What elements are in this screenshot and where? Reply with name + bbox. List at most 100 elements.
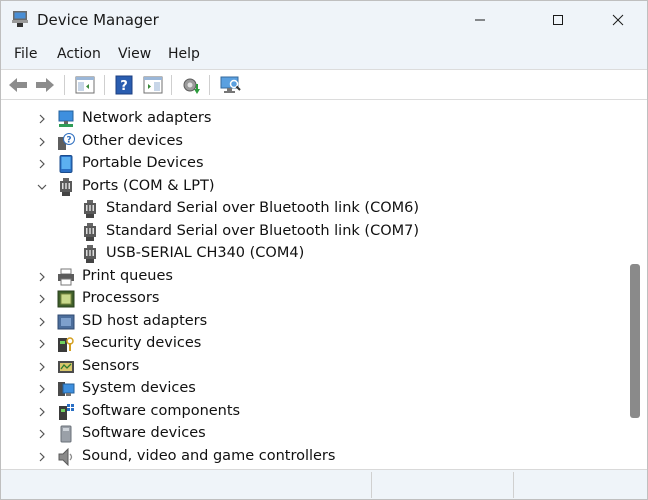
device-manager-icon xyxy=(12,11,28,27)
menu-help[interactable]: Help xyxy=(168,46,200,62)
tree-item-label: Ports (COM & LPT) xyxy=(82,178,215,194)
tree-item-other-devices[interactable]: ? Other devices xyxy=(1,131,621,153)
toolbar: ? xyxy=(1,69,647,100)
forward-button[interactable] xyxy=(34,74,56,96)
sensor-icon xyxy=(58,361,74,373)
tree-item-label: Other devices xyxy=(82,133,183,149)
status-separator xyxy=(371,472,372,498)
toolbar-separator xyxy=(171,75,172,95)
maximize-icon xyxy=(553,15,563,25)
back-button[interactable] xyxy=(7,74,29,96)
tree-item-software-devices[interactable]: Software devices xyxy=(1,423,621,445)
tree-item-label: Standard Serial over Bluetooth link (COM… xyxy=(106,223,419,239)
tree-item-ports[interactable]: Ports (COM & LPT) xyxy=(1,176,621,198)
tree-item-label: Software devices xyxy=(82,425,206,441)
port-icon xyxy=(84,200,96,218)
sd-host-icon xyxy=(57,314,75,330)
other-devices-icon: ? xyxy=(58,133,75,150)
chevron-down-icon[interactable] xyxy=(35,180,49,194)
tree-item-security-devices[interactable]: Security devices xyxy=(1,333,621,355)
update-driver-button[interactable] xyxy=(180,74,202,96)
portable-device-icon xyxy=(59,155,73,173)
port-icon xyxy=(60,178,72,196)
tree-item-print-queues[interactable]: Print queues xyxy=(1,266,621,288)
help-button[interactable]: ? xyxy=(113,74,135,96)
chevron-right-icon[interactable] xyxy=(35,157,49,171)
network-adapter-icon xyxy=(58,110,74,127)
svg-text:?: ? xyxy=(120,79,128,94)
minimize-icon xyxy=(475,19,485,21)
chevron-right-icon[interactable] xyxy=(35,450,49,464)
software-component-icon xyxy=(59,404,74,420)
chevron-right-icon[interactable] xyxy=(35,315,49,329)
scan-hardware-changes-button[interactable] xyxy=(219,74,241,96)
help-icon: ? xyxy=(115,75,133,95)
chevron-right-icon[interactable] xyxy=(35,337,49,351)
tree-item-com6[interactable]: Standard Serial over Bluetooth link (COM… xyxy=(1,198,621,220)
tree-item-com7[interactable]: Standard Serial over Bluetooth link (COM… xyxy=(1,221,621,243)
tree-item-portable-devices[interactable]: Portable Devices xyxy=(1,153,621,175)
tree-item-sd-host-adapters[interactable]: SD host adapters xyxy=(1,311,621,333)
close-icon xyxy=(612,14,624,26)
port-icon xyxy=(84,245,96,263)
status-bar xyxy=(1,469,647,499)
forward-arrow-icon xyxy=(36,78,54,92)
tree-item-label: Processors xyxy=(82,290,160,306)
minimize-button[interactable] xyxy=(457,1,503,39)
menu-view[interactable]: View xyxy=(118,46,151,62)
tree-item-sound-video-game[interactable]: Sound, video and game controllers xyxy=(1,446,621,468)
tree-item-com4[interactable]: USB-SERIAL CH340 (COM4) xyxy=(1,243,621,265)
chevron-right-icon[interactable] xyxy=(35,427,49,441)
menu-bar: File Action View Help xyxy=(1,39,647,69)
sound-icon xyxy=(58,448,73,466)
device-tree[interactable]: Network adapters ? Other devices Portabl… xyxy=(1,101,627,469)
scrollbar-thumb[interactable] xyxy=(630,264,640,418)
scan-hardware-changes-icon xyxy=(220,76,241,93)
chevron-right-icon[interactable] xyxy=(35,360,49,374)
tree-item-label: SD host adapters xyxy=(82,313,208,329)
show-action-pane-button[interactable] xyxy=(142,74,164,96)
tree-item-label: Software components xyxy=(82,403,241,419)
tree-item-label: Print queues xyxy=(82,268,173,284)
tree-item-label: Standard Serial over Bluetooth link (COM… xyxy=(106,200,419,216)
chevron-right-icon[interactable] xyxy=(35,112,49,126)
system-device-icon xyxy=(58,382,75,396)
tree-item-label: Security devices xyxy=(82,335,202,351)
tree-item-label: Network adapters xyxy=(82,110,212,126)
chevron-right-icon[interactable] xyxy=(35,292,49,306)
show-action-pane-icon xyxy=(143,76,163,94)
vertical-scrollbar[interactable] xyxy=(627,101,645,469)
status-separator xyxy=(513,472,514,498)
tree-item-software-components[interactable]: Software components xyxy=(1,401,621,423)
tree-item-label: Sound, video and game controllers xyxy=(82,448,336,464)
close-button[interactable] xyxy=(595,1,641,39)
software-device-icon xyxy=(60,425,72,443)
tree-item-network-adapters[interactable]: Network adapters xyxy=(1,108,621,130)
tree-item-system-devices[interactable]: System devices xyxy=(1,378,621,400)
menu-action[interactable]: Action xyxy=(57,46,101,62)
tree-item-sensors[interactable]: Sensors xyxy=(1,356,621,378)
processor-icon xyxy=(57,290,75,308)
chevron-right-icon[interactable] xyxy=(35,405,49,419)
menu-file[interactable]: File xyxy=(14,46,37,62)
update-driver-icon xyxy=(183,78,200,94)
maximize-button[interactable] xyxy=(535,1,581,39)
window-title: Device Manager xyxy=(37,11,159,29)
title-bar[interactable]: Device Manager xyxy=(1,1,647,39)
show-hide-console-tree-button[interactable] xyxy=(74,74,96,96)
printer-icon xyxy=(58,268,74,286)
toolbar-separator xyxy=(64,75,65,95)
toolbar-separator xyxy=(209,75,210,95)
port-icon xyxy=(84,223,96,241)
chevron-right-icon[interactable] xyxy=(35,135,49,149)
chevron-right-icon[interactable] xyxy=(35,382,49,396)
show-hide-console-tree-icon xyxy=(75,76,95,94)
svg-text:?: ? xyxy=(66,136,71,146)
tree-item-label: Sensors xyxy=(82,358,140,374)
device-manager-window: Device Manager File Action View Help ? N… xyxy=(0,0,648,500)
back-arrow-icon xyxy=(9,78,27,92)
tree-item-processors[interactable]: Processors xyxy=(1,288,621,310)
toolbar-separator xyxy=(104,75,105,95)
chevron-right-icon[interactable] xyxy=(35,270,49,284)
tree-item-label: System devices xyxy=(82,380,196,396)
